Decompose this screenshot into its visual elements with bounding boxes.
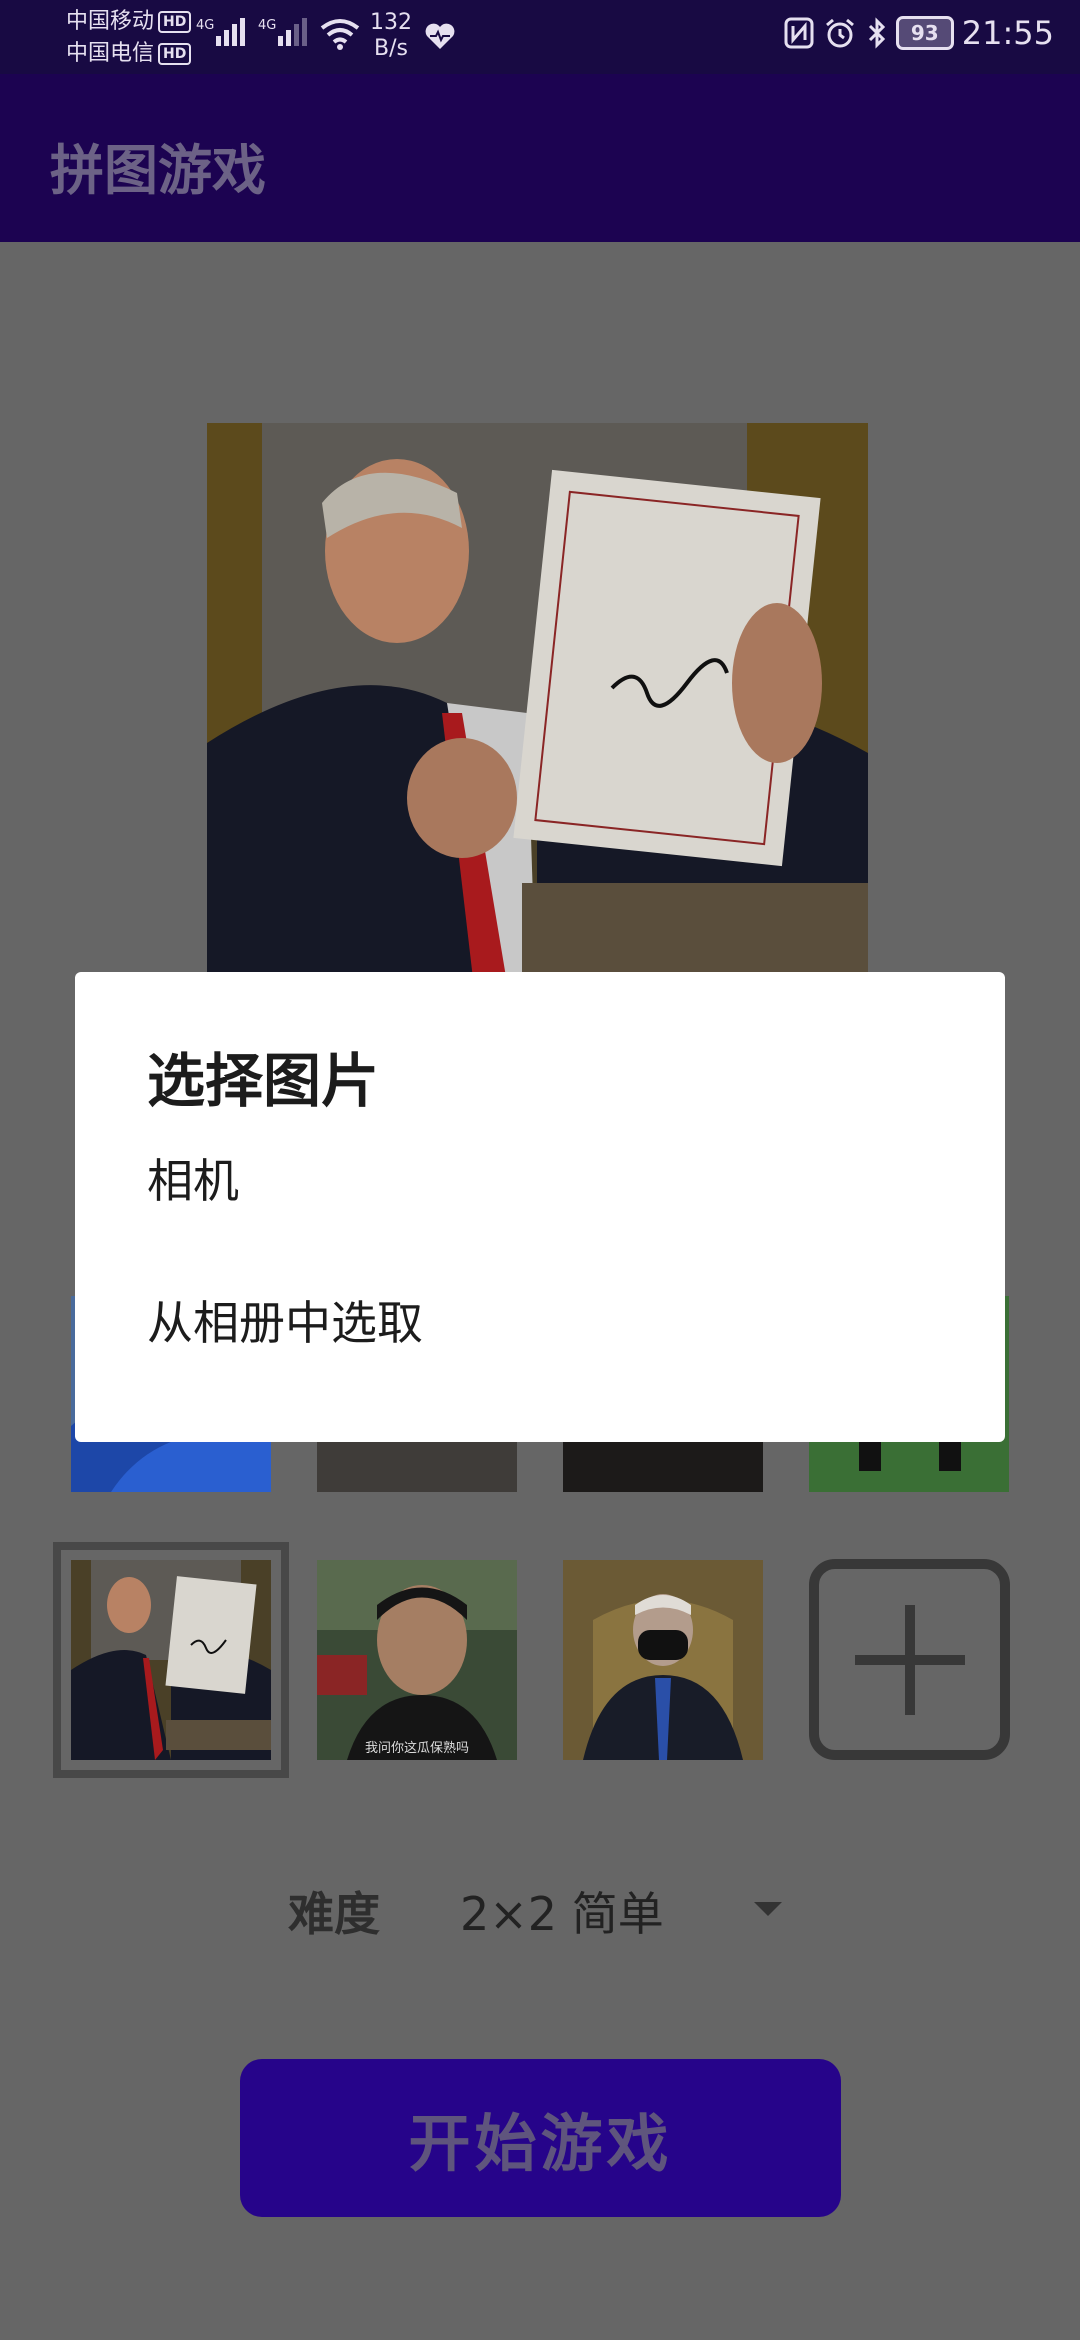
start-game-button[interactable]: 开始游戏 xyxy=(240,2059,841,2217)
speed-value: 132 xyxy=(370,10,412,35)
thumbnail-image[interactable] xyxy=(71,1560,271,1760)
biden-thumb xyxy=(563,1560,763,1760)
app-title: 拼图游戏 xyxy=(50,139,266,202)
plus-icon xyxy=(854,1604,965,1715)
trump-thumb xyxy=(71,1560,271,1760)
carrier-2: 中国电信 xyxy=(66,41,155,66)
signal-icon: 4G xyxy=(196,18,248,46)
battery-level: 93 xyxy=(910,21,939,45)
network-type: 4G xyxy=(258,18,277,33)
hd-badge: HD xyxy=(158,43,192,65)
difficulty-label: 难度 xyxy=(288,1887,380,1941)
network-type: 4G xyxy=(196,18,215,33)
nfc-icon xyxy=(784,17,814,49)
preview-photo xyxy=(207,423,868,1023)
dialog-option-camera[interactable]: 相机 xyxy=(75,1118,1005,1238)
signal-icon: 4G xyxy=(258,18,310,46)
thumbnail-image[interactable]: 我问你这瓜保熟吗 xyxy=(317,1560,517,1760)
carrier-info: 中国移动 HD 中国电信 HD xyxy=(66,6,192,70)
status-right: 93 21:55 xyxy=(784,14,1054,52)
bluetooth-icon xyxy=(868,17,885,49)
select-image-dialog: 选择图片 相机 从相册中选取 xyxy=(75,972,1005,1442)
hd-badge: HD xyxy=(158,11,192,33)
thumbnail-image[interactable] xyxy=(563,1560,763,1760)
dropdown-arrow-icon[interactable] xyxy=(754,1902,782,1916)
battery-icon: 93 xyxy=(895,16,954,50)
network-speed: 132 B/s xyxy=(370,10,412,62)
alarm-icon xyxy=(825,18,854,48)
status-bar: 中国移动 HD 中国电信 HD 4G 4G 132 B/s 93 21:55 xyxy=(0,0,1080,74)
clock: 21:55 xyxy=(961,14,1054,52)
difficulty-select[interactable]: 2×2 简单 xyxy=(460,1878,664,1944)
thumbnail-caption: 我问你这瓜保熟吗 xyxy=(364,1741,469,1756)
dialog-option-gallery[interactable]: 从相册中选取 xyxy=(75,1260,1005,1380)
dialog-option-label: 从相册中选取 xyxy=(147,1296,423,1350)
puzzle-preview-image[interactable] xyxy=(207,423,868,1023)
dialog-option-label: 相机 xyxy=(147,1154,239,1208)
app-bar: 拼图游戏 xyxy=(0,74,1080,242)
wifi-icon xyxy=(320,19,360,50)
carrier-1: 中国移动 xyxy=(66,9,155,34)
man-thumb xyxy=(317,1560,517,1760)
add-image-button[interactable] xyxy=(809,1559,1010,1760)
speed-unit: B/s xyxy=(374,36,408,61)
dialog-title: 选择图片 xyxy=(147,1047,380,1115)
heart-health-icon xyxy=(425,23,455,49)
